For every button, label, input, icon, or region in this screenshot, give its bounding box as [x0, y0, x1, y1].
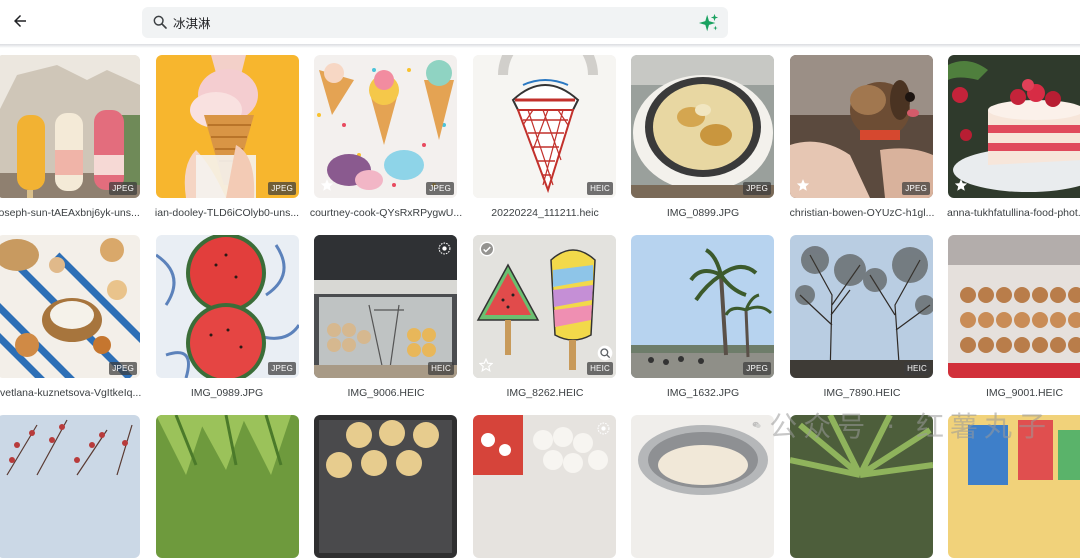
photo-thumbnail — [156, 235, 299, 378]
photo-caption: anna-tukhfatullina-food-phot... — [947, 207, 1080, 219]
arrow-left-icon — [14, 15, 26, 27]
photo-tile-popsicles[interactable]: JPEG — [0, 55, 140, 198]
photo-grid: JPEG joseph-sun-tAEAxbnj6yk-uns... JPEG … — [0, 0, 1080, 558]
photo-tile-watermelon[interactable]: JPEG — [156, 235, 299, 378]
photo-caption: IMG_0899.JPG — [666, 207, 740, 219]
photo-thumbnail — [790, 235, 933, 378]
format-badge: JPEG — [109, 182, 137, 195]
format-badge: JPEG — [268, 182, 296, 195]
photo-tile-colorful[interactable] — [948, 415, 1080, 558]
photo-thumbnail — [790, 415, 933, 558]
back-button[interactable] — [8, 9, 32, 33]
photo-tile-bare-trees[interactable]: HEIC — [790, 235, 933, 378]
format-badge: JPEG — [109, 362, 137, 375]
photo-tile-buns[interactable] — [314, 415, 457, 558]
photo-tile-green-plants[interactable] — [156, 415, 299, 558]
photo-caption: IMG_9001.HEIC — [986, 387, 1064, 399]
header-divider — [0, 44, 1080, 48]
photo-thumbnail — [948, 235, 1080, 378]
photo-thumbnail — [948, 415, 1080, 558]
photo-caption: 20220224_111211.heic — [491, 207, 599, 219]
format-badge: HEIC — [904, 362, 930, 375]
photo-tile-picnic[interactable]: JPEG — [0, 235, 140, 378]
photo-tile-cone-drawing[interactable]: HEIC — [473, 55, 616, 198]
photo-tile-palm-leaves[interactable] — [790, 415, 933, 558]
star-icon[interactable] — [954, 178, 968, 192]
photo-tile-cones-sprinkles[interactable]: JPEG — [314, 55, 457, 198]
format-badge: JPEG — [426, 182, 454, 195]
photo-tile-packaged-food[interactable] — [948, 235, 1080, 378]
format-badge: HEIC — [587, 182, 613, 195]
lens-search-icon[interactable] — [597, 345, 613, 361]
motion-photo-icon[interactable] — [597, 422, 610, 435]
photo-thumbnail — [314, 235, 457, 378]
format-badge: JPEG — [743, 362, 771, 375]
photo-caption: IMG_0989.JPG — [190, 387, 264, 399]
photo-thumbnail — [790, 55, 933, 198]
photo-tile-popsicle-drawing[interactable]: HEIC — [473, 235, 616, 378]
photo-thumbnail — [631, 235, 774, 378]
star-icon[interactable] — [796, 178, 810, 192]
photo-thumbnail — [156, 415, 299, 558]
photo-tile-red-blossoms[interactable] — [0, 415, 140, 558]
photo-caption: courtney-cook-QYsRxRPygwU... — [309, 207, 463, 219]
photo-tile-gratin[interactable]: JPEG — [631, 55, 774, 198]
photo-thumbnail — [0, 415, 140, 558]
photo-thumbnail — [473, 55, 616, 198]
photo-thumbnail — [314, 415, 457, 558]
photo-tile-ice-cream-cone[interactable]: JPEG — [156, 55, 299, 198]
photo-caption: IMG_9006.HEIC — [347, 387, 425, 399]
photo-thumbnail — [473, 415, 616, 558]
photo-tile-cake[interactable] — [948, 55, 1080, 198]
photo-caption: IMG_7890.HEIC — [823, 387, 901, 399]
top-app-bar — [0, 0, 1080, 44]
photo-tile-freezer[interactable]: HEIC — [314, 235, 457, 378]
photo-tile-dumplings[interactable] — [473, 415, 616, 558]
star-icon[interactable] — [320, 178, 334, 192]
format-badge: JPEG — [743, 182, 771, 195]
photo-caption: IMG_1632.JPG — [666, 387, 740, 399]
photo-tile-dog[interactable]: JPEG — [790, 55, 933, 198]
search-icon — [153, 15, 167, 29]
search-input[interactable] — [173, 11, 673, 33]
photo-tile-pot[interactable] — [631, 415, 774, 558]
photo-caption: joseph-sun-tAEAxbnj6yk-uns... — [0, 207, 140, 219]
search-bar[interactable] — [142, 7, 728, 38]
checkmark-icon[interactable] — [479, 241, 495, 257]
format-badge: JPEG — [268, 362, 296, 375]
star-icon[interactable] — [479, 358, 493, 372]
photo-thumbnail — [0, 55, 140, 198]
motion-photo-icon[interactable] — [438, 242, 451, 255]
photo-thumbnail — [631, 415, 774, 558]
format-badge: JPEG — [902, 182, 930, 195]
photo-caption: ian-dooley-TLD6iCOlyb0-uns... — [154, 207, 300, 219]
photo-thumbnail — [314, 55, 457, 198]
sparkle-icon[interactable] — [698, 12, 720, 34]
format-badge: HEIC — [587, 362, 613, 375]
photo-tile-palm-trees[interactable]: JPEG — [631, 235, 774, 378]
photo-thumbnail — [948, 55, 1080, 198]
photo-caption: IMG_8262.HEIC — [506, 387, 584, 399]
photo-caption: svetlana-kuznetsova-VgItkeIq... — [0, 387, 142, 399]
photo-thumbnail — [631, 55, 774, 198]
format-badge: HEIC — [428, 362, 454, 375]
photo-thumbnail — [156, 55, 299, 198]
photo-caption: christian-bowen-OYUzC-h1gl... — [789, 207, 935, 219]
photo-thumbnail — [0, 235, 140, 378]
